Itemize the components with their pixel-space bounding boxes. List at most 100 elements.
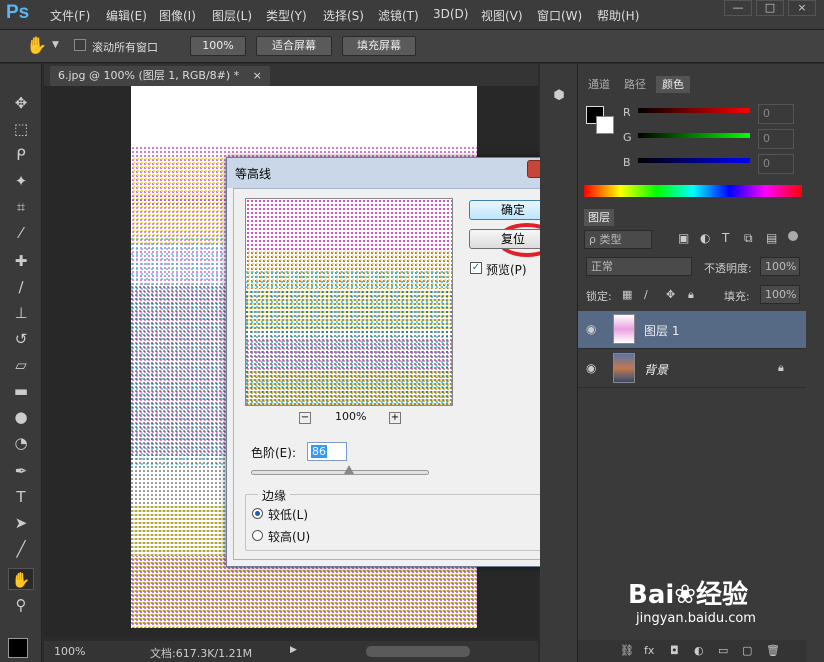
dialog-body: 确定 复位 ✓ 预览(P) − 100% + 色阶(E): 86 边缘 较低(L… [233,188,569,560]
tab-paths[interactable]: 路径 [620,76,650,93]
levels-input[interactable]: 86 [307,442,347,461]
menu-view[interactable]: 视图(V) [481,7,523,24]
close-window-button[interactable]: × [788,0,816,16]
color-background-swatch[interactable] [596,116,614,134]
lock-transparent-icon[interactable]: ▦ [622,288,632,301]
layer-row-background[interactable]: ◉ 背景 🔒︎ [578,350,806,388]
layer-name[interactable]: 图层 1 [644,322,679,339]
channel-r-slider[interactable] [638,108,750,113]
tool-preset-chevron-down-icon[interactable]: ▼ [52,40,59,50]
layer-filter-kind-select[interactable]: ρ 类型 [584,230,652,249]
fill-field[interactable]: 100% [760,285,800,304]
dodge-tool-icon[interactable]: ◔ [8,432,34,454]
menu-help[interactable]: 帮助(H) [597,7,639,24]
filter-type-icon[interactable]: T [722,231,729,245]
status-menu-arrow-icon[interactable]: ▶ [290,645,297,655]
zoom-in-button[interactable]: + [389,412,401,424]
blend-mode-select[interactable]: 正常 [586,257,692,276]
history-brush-tool-icon[interactable]: ↺ [8,328,34,350]
preview-zoom-value: 100% [335,410,367,423]
menu-edit[interactable]: 编辑(E) [106,7,147,24]
crop-tool-icon[interactable]: ⌗ [8,196,34,218]
horizontal-scrollbar[interactable] [366,646,470,657]
channel-r-label: R [623,106,631,119]
channel-g-value[interactable]: 0 [758,129,794,149]
menu-3d[interactable]: 3D(D) [433,7,468,21]
3d-panel-icon[interactable]: ⬢ [551,88,567,104]
levels-slider-track[interactable] [251,470,429,475]
scroll-all-windows-checkbox[interactable] [74,39,86,51]
eye-icon[interactable]: ◉ [586,323,598,335]
channel-g-label: G [623,131,632,144]
collapsed-panel-strip: ⬢ [540,64,578,662]
edge-low-radio[interactable] [252,508,263,519]
hand-tool-icon[interactable]: ✋ [26,36,47,56]
eye-icon[interactable]: ◉ [586,362,598,374]
filter-smart-object-icon[interactable]: ▤ [766,231,777,245]
lock-all-icon[interactable]: 🔒︎ [688,288,694,302]
restore-button[interactable]: □ [756,0,784,16]
type-tool-icon[interactable]: T [8,486,34,508]
filter-preview[interactable] [245,198,453,406]
tools-panel: ✥ ⬚ ᑭ ✦ ⌗ ⁄ ✚ ∕ ⊥ ↺ ▱ ▬ ● ◔ ✒ T ➤ ╱ ✋ ⚲ [0,64,42,662]
channel-b-value[interactable]: 0 [758,154,794,174]
menu-select[interactable]: 选择(S) [323,7,364,24]
layer-row-layer1[interactable]: ◉ 图层 1 [578,311,806,349]
tab-layers[interactable]: 图层 [584,209,614,226]
opacity-field[interactable]: 100% [760,257,800,276]
menu-filter[interactable]: 滤镜(T) [378,7,419,24]
channel-r-value[interactable]: 0 [758,104,794,124]
baidu-watermark: Bai❀经验 jingyan.baidu.com [628,574,818,646]
blur-tool-icon[interactable]: ● [8,406,34,428]
dialog-titlebar[interactable]: 等高线 x [227,158,575,188]
line-tool-icon[interactable]: ╱ [8,538,34,560]
preview-checkbox[interactable]: ✓ [470,262,482,274]
lock-pixels-icon[interactable]: ∕ [644,288,648,301]
photoshop-logo: Ps [6,2,30,23]
channel-g-slider[interactable] [638,133,750,138]
document-tab-close-icon[interactable]: × [253,69,262,82]
scroll-all-windows-label: 滚动所有窗口 [92,41,158,54]
channel-b-slider[interactable] [638,158,750,163]
menu-image[interactable]: 图像(I) [159,7,196,24]
tab-channels[interactable]: 通道 [584,76,614,93]
eyedropper-tool-icon[interactable]: ⁄ [8,222,34,244]
lock-position-icon[interactable]: ✥ [666,288,675,301]
path-selection-tool-icon[interactable]: ➤ [8,512,34,534]
fill-screen-button[interactable]: 填充屏幕 [342,36,416,56]
move-tool-icon[interactable]: ✥ [8,92,34,114]
tab-color[interactable]: 颜色 [656,76,690,93]
pen-tool-icon[interactable]: ✒ [8,460,34,482]
menu-file[interactable]: 文件(F) [50,7,90,24]
opacity-label: 不透明度: [704,262,752,275]
fit-screen-button[interactable]: 适合屏幕 [256,36,332,56]
menu-type[interactable]: 类型(Y) [266,7,307,24]
healing-brush-tool-icon[interactable]: ✚ [8,250,34,272]
zoom-tool-icon[interactable]: ⚲ [8,594,34,616]
zoom-out-button[interactable]: − [299,412,311,424]
filter-toggle-icon[interactable] [788,231,798,241]
marquee-tool-icon[interactable]: ⬚ [8,118,34,140]
minimize-button[interactable]: — [724,0,752,16]
menu-window[interactable]: 窗口(W) [537,7,582,24]
filter-shape-icon[interactable]: ⧉ [744,231,753,246]
magic-wand-tool-icon[interactable]: ✦ [8,170,34,192]
lasso-tool-icon[interactable]: ᑭ [8,144,34,166]
filter-adjustment-icon[interactable]: ◐ [700,231,710,245]
document-tab[interactable]: 6.jpg @ 100% (图层 1, RGB/8#) * × [50,66,270,86]
status-zoom[interactable]: 100% [54,645,85,658]
levels-slider-thumb[interactable] [343,465,354,474]
options-bar: ✋ ▼ 滚动所有窗口 100% 适合屏幕 填充屏幕 [0,30,824,63]
zoom-100-button[interactable]: 100% [190,36,246,56]
clone-stamp-tool-icon[interactable]: ⊥ [8,302,34,324]
foreground-color-swatch[interactable] [8,638,28,658]
gradient-tool-icon[interactable]: ▬ [8,380,34,402]
menu-layer[interactable]: 图层(L) [212,7,252,24]
layer-name[interactable]: 背景 [644,361,668,378]
edge-high-radio[interactable] [252,530,263,541]
hand-tool-button-icon[interactable]: ✋ [8,568,34,590]
brush-tool-icon[interactable]: ∕ [8,276,34,298]
color-spectrum-bar[interactable] [584,185,802,197]
filter-image-icon[interactable]: ▣ [678,231,689,245]
eraser-tool-icon[interactable]: ▱ [8,354,34,376]
